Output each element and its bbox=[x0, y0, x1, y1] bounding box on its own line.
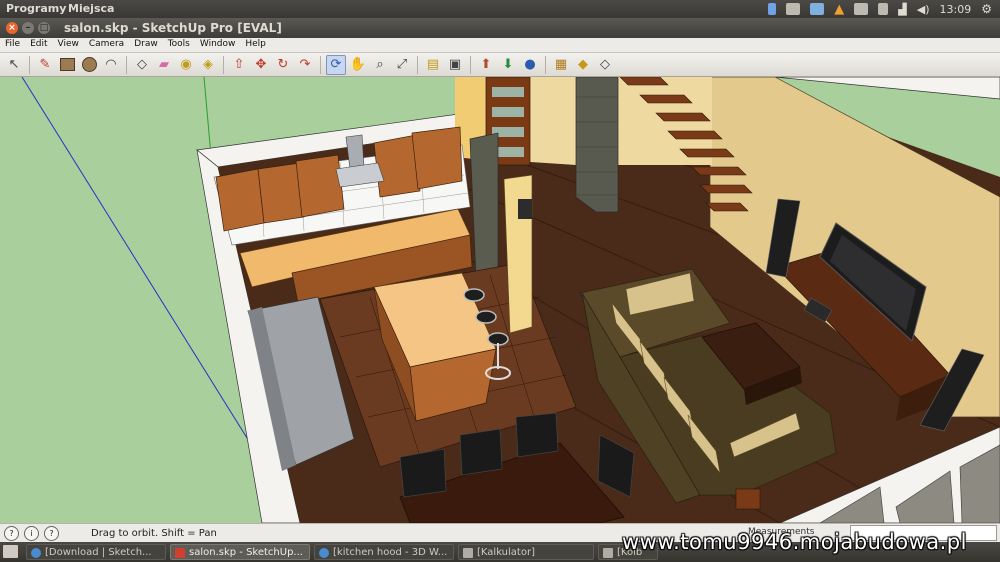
sketchup-icon bbox=[175, 548, 185, 558]
paint-bucket-icon[interactable]: ◈ bbox=[198, 55, 218, 75]
orbit-tool-icon[interactable]: ⟳ bbox=[326, 54, 346, 75]
circle-tool-icon[interactable] bbox=[79, 55, 99, 75]
menu-view[interactable]: View bbox=[53, 38, 84, 52]
menu-camera[interactable]: Camera bbox=[84, 38, 129, 52]
rectangle-tool-icon[interactable] bbox=[57, 55, 77, 75]
geolocation-icon[interactable]: ? bbox=[4, 526, 19, 541]
previous-view-icon[interactable]: ▤ bbox=[423, 55, 443, 75]
components-icon[interactable]: ▦ bbox=[551, 55, 571, 75]
mail-envelope-icon[interactable] bbox=[786, 3, 801, 15]
model-scene[interactable] bbox=[0, 77, 1000, 523]
volume-icon[interactable]: ◀) bbox=[917, 3, 930, 16]
signal-icon[interactable]: ▟ bbox=[898, 3, 906, 16]
email-icon[interactable] bbox=[854, 3, 869, 15]
toolbar-divider bbox=[126, 55, 127, 74]
warning-icon[interactable]: ▲ bbox=[834, 2, 844, 17]
maximize-icon[interactable]: □ bbox=[38, 22, 50, 34]
window-icon bbox=[603, 548, 613, 558]
window-title: salon.skp - SketchUp Pro [EVAL] bbox=[64, 21, 282, 35]
system-tray: ▲ ▟ ◀) 13:09 ⚙ bbox=[768, 0, 1000, 18]
get-models-icon[interactable]: ⬆ bbox=[476, 55, 496, 75]
styles-icon[interactable]: ◇ bbox=[595, 55, 615, 75]
top-panel: Programy Miejsca ▲ ▟ ◀) 13:09 ⚙ bbox=[0, 0, 1000, 18]
toolbar-divider bbox=[320, 55, 321, 74]
places-menu[interactable]: Miejsca bbox=[68, 2, 114, 15]
zoom-tool-icon[interactable]: ⌕ bbox=[370, 55, 390, 75]
help-icon[interactable]: ? bbox=[44, 526, 59, 541]
toolbar-divider bbox=[417, 55, 418, 74]
calculator-icon bbox=[463, 548, 473, 558]
chromium-icon bbox=[319, 548, 329, 558]
zoom-extents-icon[interactable]: ⤢ bbox=[392, 55, 412, 75]
toolbar-divider bbox=[470, 55, 471, 74]
wall-speaker bbox=[518, 199, 532, 219]
menu-draw[interactable]: Draw bbox=[129, 38, 163, 52]
menu-edit[interactable]: Edit bbox=[25, 38, 52, 52]
menu-tools[interactable]: Tools bbox=[163, 38, 195, 52]
chromium-icon bbox=[31, 548, 41, 558]
status-hint: Drag to orbit. Shift = Pan bbox=[91, 528, 217, 539]
menu-window[interactable]: Window bbox=[195, 38, 241, 52]
select-tool-icon[interactable]: ↖ bbox=[4, 55, 24, 75]
window-controls: × – □ bbox=[6, 22, 50, 34]
taskbar-item-kitchen-hood[interactable]: [kitchen hood - 3D W... bbox=[314, 544, 454, 560]
3d-viewport[interactable] bbox=[0, 77, 1000, 523]
power-icon[interactable]: ⚙ bbox=[981, 2, 992, 16]
dropbox-icon[interactable] bbox=[810, 3, 825, 15]
arc-tool-icon[interactable]: ◠ bbox=[101, 55, 121, 75]
tape-measure-icon[interactable]: ◉ bbox=[176, 55, 196, 75]
ottoman bbox=[735, 488, 761, 510]
taskbar-item-sketchup[interactable]: salon.skp - SketchUp... bbox=[170, 544, 310, 560]
minimize-icon[interactable]: – bbox=[22, 22, 34, 34]
toolbar-divider bbox=[545, 55, 546, 74]
taskbar-item-download[interactable]: [Download | Sketch... bbox=[26, 544, 166, 560]
make-component-icon[interactable]: ◇ bbox=[132, 55, 152, 75]
credits-icon[interactable]: i bbox=[24, 526, 39, 541]
applications-menu[interactable]: Programy bbox=[6, 2, 66, 15]
toolbar-divider bbox=[223, 55, 224, 74]
follow-me-icon[interactable]: ↷ bbox=[295, 55, 315, 75]
share-model-icon[interactable]: ⬇ bbox=[498, 55, 518, 75]
menu-bar: File Edit View Camera Draw Tools Window … bbox=[0, 38, 1000, 53]
move-tool-icon[interactable]: ✥ bbox=[251, 55, 271, 75]
watermark: www.tomu9946.mojabudowa.pl bbox=[622, 530, 967, 554]
menu-file[interactable]: File bbox=[0, 38, 25, 52]
clock[interactable]: 13:09 bbox=[940, 3, 972, 16]
toolbar-divider bbox=[29, 55, 30, 74]
network-icon[interactable] bbox=[878, 3, 889, 15]
warehouse-icon[interactable]: ◆ bbox=[573, 55, 593, 75]
menu-help[interactable]: Help bbox=[240, 38, 271, 52]
rotate-tool-icon[interactable]: ↻ bbox=[273, 55, 293, 75]
pan-tool-icon[interactable]: ✋ bbox=[348, 55, 368, 75]
pencil-tool-icon[interactable]: ✎ bbox=[35, 55, 55, 75]
window-titlebar[interactable]: × – □ salon.skp - SketchUp Pro [EVAL] bbox=[0, 18, 1000, 38]
push-pull-icon[interactable]: ⇧ bbox=[229, 55, 249, 75]
eraser-tool-icon[interactable]: ▰ bbox=[154, 55, 174, 75]
google-earth-icon[interactable]: ● bbox=[520, 55, 540, 75]
close-icon[interactable]: × bbox=[6, 22, 18, 34]
bluetooth-icon[interactable] bbox=[768, 3, 777, 15]
next-view-icon[interactable]: ▣ bbox=[445, 55, 465, 75]
main-toolbar: ↖ ✎ ◠ ◇ ▰ ◉ ◈ ⇧ ✥ ↻ ↷ ⟳ ✋ ⌕ ⤢ ▤ ▣ ⬆ ⬇ ● … bbox=[0, 53, 1000, 77]
show-desktop-icon[interactable] bbox=[3, 545, 18, 558]
taskbar-item-calculator[interactable]: [Kalkulator] bbox=[458, 544, 594, 560]
